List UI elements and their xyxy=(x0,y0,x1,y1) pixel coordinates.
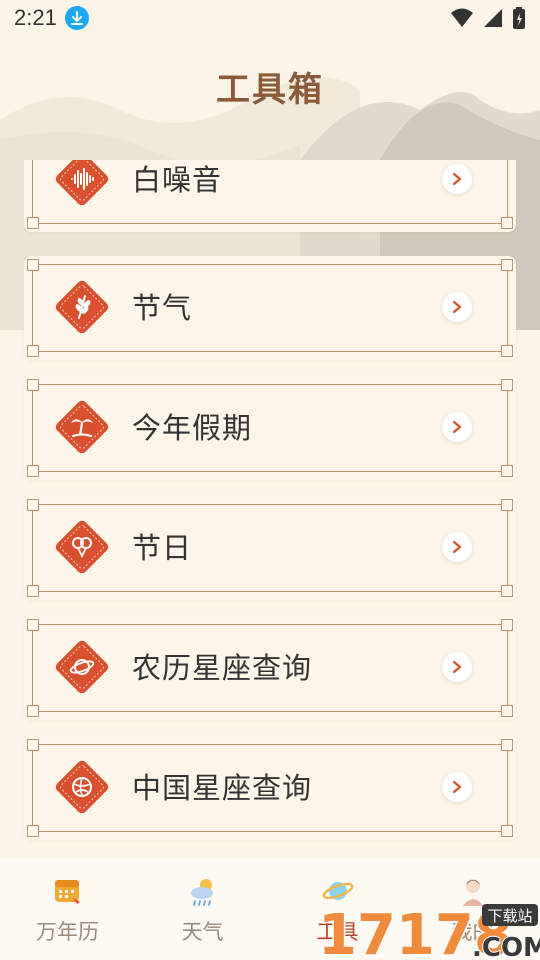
calendar-icon xyxy=(54,880,80,904)
tool-label: 农历星座查询 xyxy=(132,651,313,685)
nav-label: 天气 xyxy=(181,920,224,944)
tool-list[interactable]: 白噪音 节气 今年假期 节日 农历星座查询 中国星座查询 xyxy=(0,160,540,850)
tool-item-lunar-zodiac-query[interactable]: 农历星座查询 xyxy=(24,616,516,720)
page-title: 工具箱 xyxy=(216,70,324,110)
nav-item-calendar[interactable]: 万年历 xyxy=(0,858,135,960)
tool-item-festivals[interactable]: 节日 xyxy=(24,496,516,600)
chevron-right-icon[interactable] xyxy=(442,164,472,194)
watermark-suffix: .COM xyxy=(472,933,540,960)
chevron-right-icon[interactable] xyxy=(442,412,472,442)
chevron-right-icon[interactable] xyxy=(442,652,472,682)
weather-icon xyxy=(190,879,213,906)
site-watermark: 17178 下载站 .COM xyxy=(316,898,540,960)
palm-tree-icon xyxy=(55,400,109,454)
status-bar: 2:21 xyxy=(0,0,540,36)
tool-item-chinese-zodiac-query[interactable]: 中国星座查询 xyxy=(24,736,516,840)
chevron-right-icon[interactable] xyxy=(442,532,472,562)
status-time: 2:21 xyxy=(14,5,57,30)
tool-label: 节气 xyxy=(132,291,193,325)
tool-item-white-noise[interactable]: 白噪音 xyxy=(24,160,516,232)
signal-icon xyxy=(484,9,502,27)
tool-item-solar-terms[interactable]: 节气 xyxy=(24,256,516,360)
watermark-tag: 下载站 xyxy=(487,907,532,925)
tool-label: 今年假期 xyxy=(132,411,253,445)
nav-label: 万年历 xyxy=(36,920,99,944)
sound-wave-icon xyxy=(55,160,109,206)
battery-icon xyxy=(513,7,525,29)
tool-label: 中国星座查询 xyxy=(132,771,313,805)
wifi-icon xyxy=(451,8,473,27)
download-icon xyxy=(64,6,89,30)
constellation-icon xyxy=(55,760,109,814)
balloons-icon xyxy=(55,520,109,574)
tool-label: 白噪音 xyxy=(132,163,223,197)
nav-item-weather[interactable]: 天气 xyxy=(135,858,270,960)
tool-item-holidays-this-year[interactable]: 今年假期 xyxy=(24,376,516,480)
planet-icon xyxy=(55,640,109,694)
chevron-right-icon[interactable] xyxy=(442,772,472,802)
wheat-icon xyxy=(55,280,109,334)
chevron-right-icon[interactable] xyxy=(442,292,472,322)
tool-label: 节日 xyxy=(132,531,193,565)
